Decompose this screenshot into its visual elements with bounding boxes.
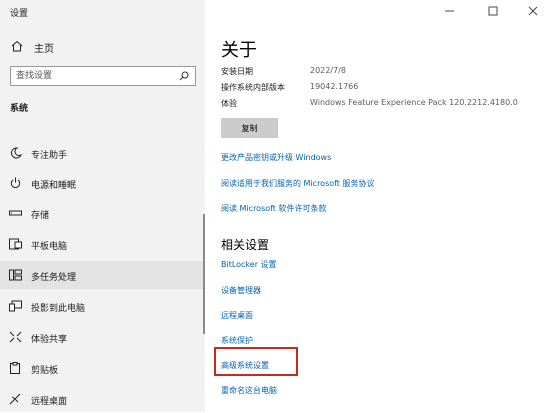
sidebar-item-label: 剪贴板 — [31, 366, 59, 376]
close-icon — [528, 6, 538, 16]
sidebar-item-label: 电源和睡眠 — [31, 181, 77, 191]
minimize-button[interactable] — [435, 0, 465, 22]
search-box[interactable] — [10, 66, 196, 86]
remote-desktop-icon — [9, 393, 21, 405]
search-icon[interactable] — [179, 71, 189, 81]
multitasking-icon — [9, 269, 22, 281]
sidebar-scrollbar[interactable] — [203, 214, 205, 334]
projector-icon — [9, 300, 22, 312]
sidebar-item-remote-desktop[interactable]: 远程桌面 — [0, 385, 205, 413]
sidebar-item-clipboard[interactable]: 剪贴板 — [0, 354, 205, 382]
sidebar-item-tablet[interactable]: 平板电脑 — [0, 230, 205, 258]
moon-icon — [10, 147, 22, 159]
clipboard-icon — [10, 362, 20, 374]
home-icon — [11, 40, 23, 52]
link-system-protection[interactable]: 系统保护 — [221, 335, 253, 346]
sidebar-item-label: 多任务处理 — [31, 273, 77, 283]
sidebar: 设置 主页 系统 专注助手 电源和睡眠 存储 — [0, 0, 205, 412]
minimize-icon — [445, 10, 454, 12]
link-device-manager[interactable]: 设备管理器 — [221, 285, 261, 296]
home-label: 主页 — [34, 44, 54, 55]
section-title: 系统 — [10, 104, 29, 114]
maximize-button[interactable] — [478, 0, 508, 22]
link-change-product-key[interactable]: 更改产品密钥或升级 Windows — [221, 152, 331, 163]
spec-value: 19042.1766 — [310, 82, 359, 91]
link-rename-pc[interactable]: 重命名这台电脑 — [221, 385, 277, 396]
spec-label: 操作系统内部版本 — [221, 83, 285, 92]
sidebar-item-power-sleep[interactable]: 电源和睡眠 — [0, 169, 205, 197]
spec-value: Windows Feature Experience Pack 120.2212… — [310, 98, 518, 107]
maximize-icon — [488, 6, 498, 16]
share-icon — [9, 331, 22, 343]
search-input[interactable] — [16, 69, 176, 83]
sidebar-item-focus-assist[interactable]: 专注助手 — [0, 139, 205, 167]
sidebar-item-label: 远程桌面 — [31, 397, 68, 407]
sidebar-item-label: 专注助手 — [31, 151, 68, 161]
sidebar-item-label: 平板电脑 — [31, 242, 68, 252]
sidebar-item-multitasking[interactable]: 多任务处理 — [0, 261, 205, 289]
copy-button[interactable]: 复制 — [221, 118, 278, 138]
window-title: 设置 — [10, 9, 29, 19]
related-settings-title: 相关设置 — [221, 238, 270, 252]
spec-label: 安装日期 — [221, 67, 253, 76]
sidebar-item-label: 投影到此电脑 — [31, 304, 86, 314]
close-button[interactable] — [518, 0, 548, 22]
link-license-terms[interactable]: 阅读 Microsoft 软件许可条款 — [221, 203, 327, 214]
link-bitlocker-settings[interactable]: BitLocker 设置 — [221, 259, 277, 270]
sidebar-item-label: 体验共享 — [31, 335, 68, 345]
power-icon — [10, 177, 21, 188]
sidebar-item-project[interactable]: 投影到此电脑 — [0, 292, 205, 320]
sidebar-home[interactable]: 主页 — [0, 34, 205, 60]
sidebar-item-label: 存储 — [31, 211, 50, 221]
link-remote-desktop[interactable]: 远程桌面 — [221, 310, 253, 321]
tablet-icon — [9, 238, 22, 250]
link-service-agreement[interactable]: 阅读适用于我们服务的 Microsoft 服务协议 — [221, 178, 375, 189]
storage-icon — [9, 210, 22, 216]
sidebar-item-storage[interactable]: 存储 — [0, 199, 205, 227]
spec-label: 体验 — [221, 99, 237, 108]
sidebar-item-shared-experiences[interactable]: 体验共享 — [0, 323, 205, 351]
highlight-box — [214, 347, 298, 376]
page-title: 关于 — [221, 40, 257, 61]
spec-value: 2022/7/8 — [310, 66, 346, 75]
